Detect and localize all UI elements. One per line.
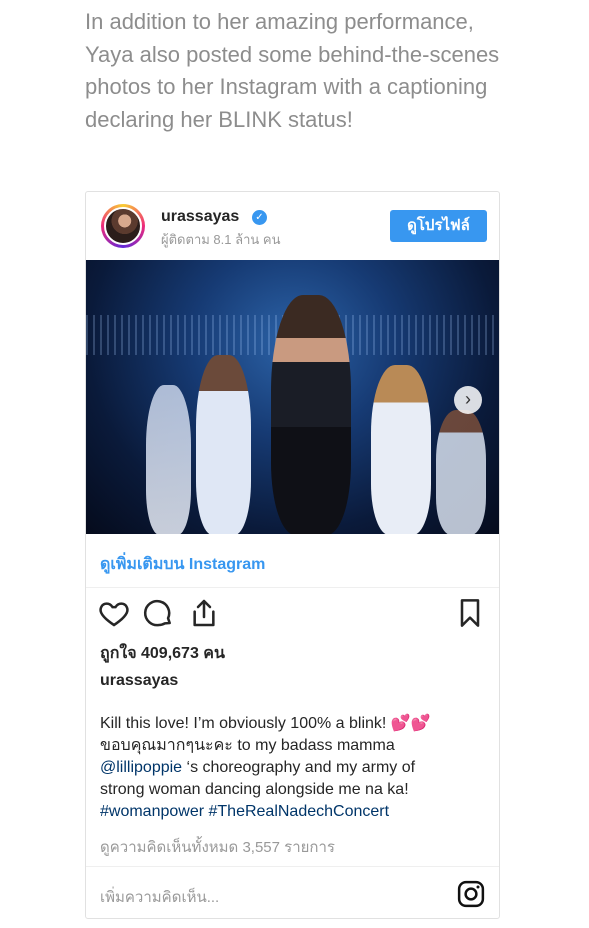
dancer-right-center [371, 365, 431, 534]
dancer-left [146, 385, 191, 534]
share-icon[interactable] [188, 597, 220, 629]
like-count[interactable]: ถูกใจ 409,673 คน [100, 641, 225, 666]
instagram-embed: urassayas ✓ ผู้ติดตาม 8.1 ล้าน คน ดูโปรไ… [85, 191, 500, 919]
verified-badge-icon: ✓ [252, 210, 267, 225]
comment-bubble-icon[interactable] [143, 597, 175, 629]
username-link[interactable]: urassayas [161, 208, 239, 226]
avatar-photo [104, 207, 142, 245]
caption-line: ขอบคุณมากๆนะคะ to my badass mamma [100, 737, 395, 754]
follower-count: ผู้ติดตาม 8.1 ล้าน คน [161, 232, 281, 247]
caption-username[interactable]: urassayas [100, 672, 178, 690]
avatar[interactable] [101, 204, 145, 248]
instagram-logo-icon[interactable] [456, 879, 486, 909]
post-caption: Kill this love! I’m obviously 100% a bli… [100, 713, 492, 823]
divider [86, 866, 499, 867]
divider [86, 587, 499, 588]
embed-header: urassayas ✓ ผู้ติดตาม 8.1 ล้าน คน ดูโปรไ… [86, 192, 499, 260]
add-comment-input[interactable]: เพิ่มความคิดเห็น... [100, 885, 219, 909]
dancer-right [436, 410, 486, 534]
caption-line: @lillipoppie ‘s choreography and my army… [100, 757, 492, 779]
mention-link[interactable]: @lillipoppie [100, 759, 182, 776]
view-all-comments-link[interactable]: ดูความคิดเห็นทั้งหมด 3,557 รายการ [100, 835, 335, 859]
bookmark-icon[interactable] [454, 597, 486, 629]
post-photo[interactable]: › [86, 260, 499, 534]
chevron-right-icon[interactable]: › [454, 386, 482, 414]
hashtag-links[interactable]: #womanpower #TheRealNadechConcert [100, 801, 492, 823]
dancer-center [271, 295, 351, 534]
caption-line: Kill this love! I’m obviously 100% a bli… [100, 715, 431, 732]
caption-text: ‘s choreography and my army of [182, 759, 416, 776]
dancer-left-center [196, 355, 251, 534]
article-intro-text: In addition to her amazing performance, … [85, 9, 500, 132]
view-more-on-instagram-link[interactable]: ดูเพิ่มเติมบน Instagram [100, 552, 265, 577]
view-profile-button[interactable]: ดูโปรไฟล์ [390, 210, 487, 242]
heart-icon[interactable] [98, 597, 130, 629]
caption-line: strong woman dancing alongside me na ka! [100, 781, 409, 798]
